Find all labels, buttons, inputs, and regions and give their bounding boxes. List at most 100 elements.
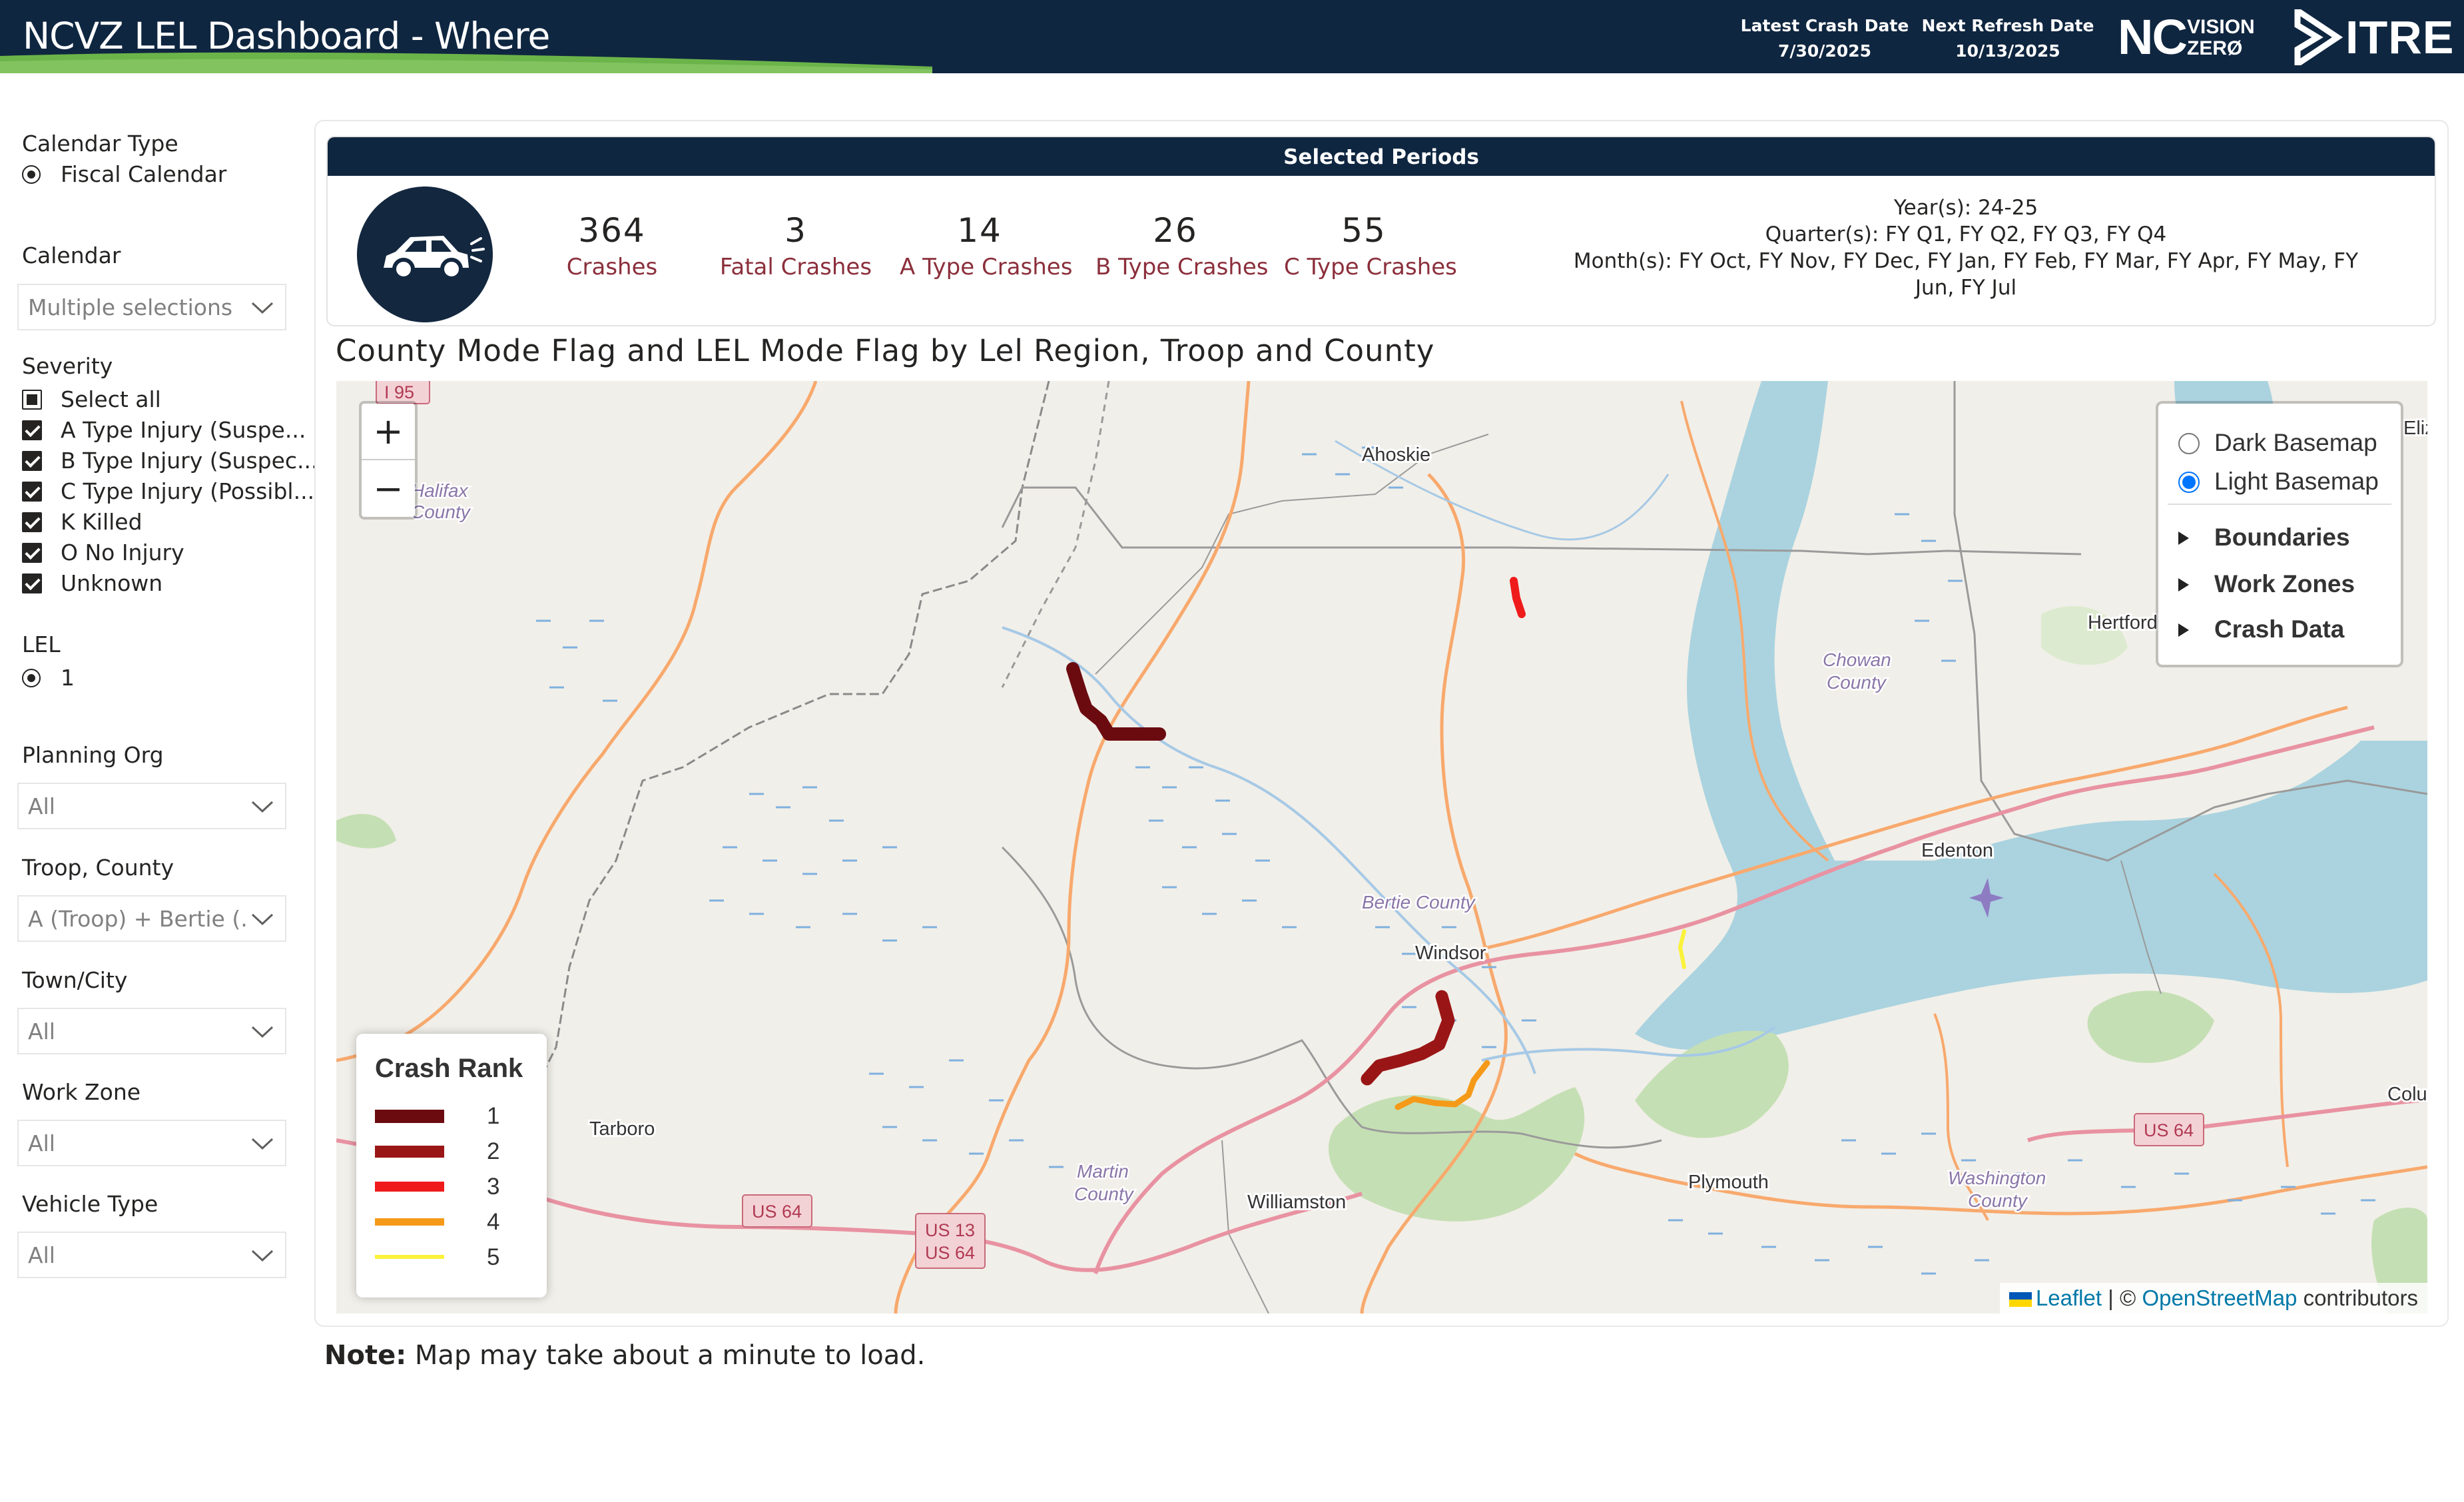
town-city-value: All (28, 1018, 55, 1044)
logo-itre-text: ITRE (2345, 11, 2455, 63)
kpi-value: 26 (1153, 211, 1198, 250)
kpi-label: B Type Crashes (1095, 254, 1269, 280)
kpi-value: 55 (1341, 211, 1386, 250)
county-label-halifax: Halifax (411, 480, 469, 501)
map-basemap: Ahoskie Windsor Edenton Hertford Tarboro… (336, 381, 2427, 1314)
planning-org-dropdown[interactable]: All (17, 783, 286, 829)
layer-group-label: Crash Data (2214, 615, 2345, 643)
severity-option-label: O No Injury (61, 540, 184, 565)
next-refresh-label: Next Refresh Date (1921, 16, 2094, 35)
severity-option-label: B Type Injury (Suspec... (61, 448, 318, 474)
kpi-value: 3 (784, 211, 807, 250)
periods-quarters: Quarter(s): FY Q1, FY Q2, FY Q3, FY Q4 (1765, 222, 2167, 246)
work-zone-dropdown[interactable]: All (17, 1120, 286, 1166)
note-label: Note: (324, 1340, 407, 1371)
latest-crash-label: Latest Crash Date (1740, 16, 1909, 35)
periods-months: Month(s): FY Oct, FY Nov, FY Dec, FY Jan… (1573, 249, 2359, 300)
legend-swatch (375, 1110, 444, 1123)
kpi-fatal-crashes: 3 Fatal Crashes (716, 209, 876, 282)
shield-label-us64-2: US 64 (925, 1243, 975, 1263)
place-label-hertford: Hertford (2088, 612, 2158, 633)
work-zone-label: Work Zone (22, 1079, 141, 1105)
legend-label: 2 (487, 1138, 500, 1164)
radio-unselected-icon (2178, 433, 2200, 454)
vehicle-type-dropdown[interactable]: All (17, 1232, 286, 1278)
chevron-down-icon (251, 801, 274, 813)
periods-years: Year(s): 24-25 (1893, 196, 2038, 220)
layer-control-divider (2168, 504, 2391, 505)
itre-logo: ITRE (2291, 9, 2457, 65)
lel-label: LEL (22, 631, 61, 657)
basemap-option-label: Light Basemap (2214, 468, 2379, 495)
openstreetmap-link[interactable]: OpenStreetMap (2142, 1286, 2297, 1310)
town-city-dropdown[interactable]: All (17, 1008, 286, 1054)
severity-select-all-label: Select all (61, 386, 161, 412)
county-label-martin-2: County (1074, 1184, 1135, 1204)
planning-org-value: All (28, 793, 55, 819)
shield-label-us13: US 13 (925, 1220, 975, 1240)
troop-county-dropdown[interactable]: A (Troop) + Bertie (... (17, 895, 286, 942)
kpi-c-type-crashes: 55 C Type Crashes (1284, 209, 1457, 282)
layer-group-label: Boundaries (2214, 524, 2350, 551)
work-zone-value: All (28, 1130, 55, 1156)
checkbox-partial-icon (22, 390, 42, 410)
layer-control: Dark Basemap Light Basemap Boundaries Wo… (2156, 401, 2403, 667)
leaflet-link[interactable]: Leaflet (2036, 1286, 2102, 1310)
checkbox-checked-icon (22, 451, 42, 471)
note-text: Map may take about a minute to load. (414, 1340, 926, 1371)
chevron-down-icon (251, 1250, 274, 1262)
severity-label: Severity (22, 353, 113, 379)
calendar-dropdown[interactable]: Multiple selections (17, 284, 286, 330)
selected-periods-text: Year(s): 24-25 Quarter(s): FY Q1, FY Q2,… (1560, 194, 2372, 301)
car-crash-icon (357, 187, 493, 322)
place-label-tarboro: Tarboro (589, 1118, 655, 1140)
expand-triangle-icon (2178, 578, 2189, 591)
basemap-option-label: Dark Basemap (2214, 429, 2377, 456)
county-label-chowan: Chowan (1823, 649, 1891, 670)
kpi-b-type-crashes: 26 B Type Crashes (1095, 209, 1269, 282)
kpi-a-type-crashes: 14 A Type Crashes (900, 209, 1072, 282)
severity-option-label: K Killed (61, 509, 143, 535)
nc-vision-zero-logo: NC VISION ZERØ (2118, 12, 2275, 63)
place-label-edenton: Edenton (1921, 840, 1993, 861)
kpi-label: Fatal Crashes (719, 254, 872, 280)
calendar-type-label: Calendar Type (22, 131, 178, 157)
lel-option-label: 1 (61, 665, 75, 691)
next-refresh-date: Next Refresh Date 10/13/2025 (1918, 13, 2098, 64)
app-title: NCVZ LEL Dashboard - Where (23, 15, 550, 57)
chevron-down-icon (251, 1026, 274, 1038)
attribution-separator: | © (2108, 1286, 2136, 1310)
vehicle-type-label: Vehicle Type (22, 1191, 158, 1217)
kpi-crashes: 364 Crashes (532, 209, 692, 282)
kpi-label: C Type Crashes (1284, 254, 1457, 280)
zoom-out-button[interactable]: − (362, 461, 415, 518)
kpi-value: 14 (957, 211, 1002, 250)
checkbox-checked-icon (22, 482, 42, 502)
severity-option-label: C Type Injury (Possibl... (61, 478, 315, 504)
zoom-in-button[interactable]: + (362, 404, 415, 460)
chevron-down-icon (251, 913, 274, 926)
kpi-label: Crashes (566, 254, 658, 280)
layer-group-label: Work Zones (2214, 570, 2355, 597)
ukraine-flag-icon (2008, 1292, 2032, 1307)
kpi-value: 364 (578, 211, 646, 250)
calendar-label: Calendar (22, 242, 121, 268)
county-label-washington: Washington (1948, 1168, 2046, 1188)
county-label-martin: Martin (1077, 1161, 1129, 1182)
legend-swatch (375, 1255, 444, 1259)
expand-triangle-icon (2178, 623, 2189, 637)
shield-label-us64-3: US 64 (2144, 1120, 2194, 1140)
place-label-ahoskie: Ahoskie (1362, 444, 1430, 466)
radio-selected-icon (22, 165, 41, 184)
map-attribution: Leaflet | © OpenStreetMap contributors (1999, 1283, 2427, 1314)
county-label-halifax-2: County (411, 502, 471, 522)
radio-selected-icon (22, 669, 41, 687)
attribution-suffix: contributors (2303, 1286, 2418, 1310)
crash-map[interactable]: Ahoskie Windsor Edenton Hertford Tarboro… (336, 381, 2427, 1314)
place-label-colu: Colu (2387, 1084, 2427, 1105)
county-label-bertie: Bertie County (1362, 892, 1476, 913)
place-label-eliz: Eliz (2403, 418, 2427, 439)
app-header: NCVZ LEL Dashboard - Where Latest Crash … (0, 0, 2464, 73)
checkbox-checked-icon (22, 512, 42, 532)
county-label-washington-2: County (1968, 1190, 2028, 1211)
